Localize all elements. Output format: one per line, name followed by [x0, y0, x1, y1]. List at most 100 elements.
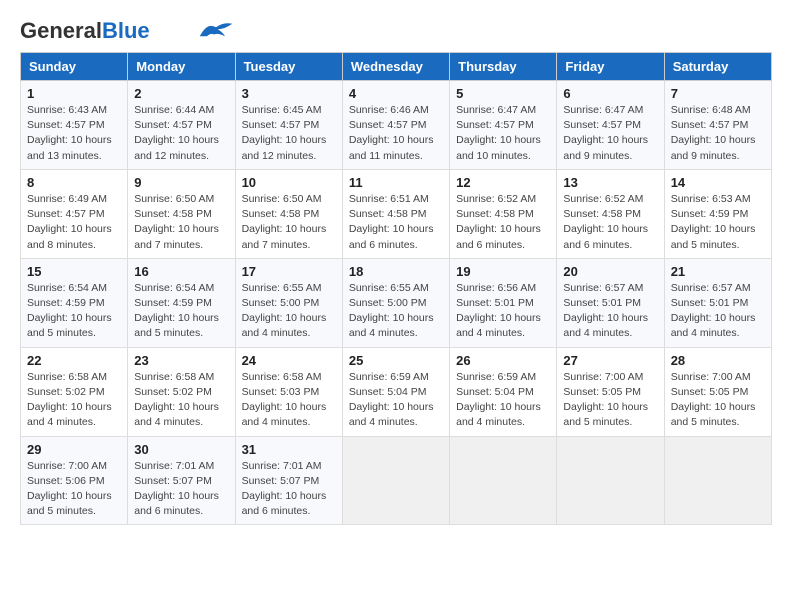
calendar-cell: 1 Sunrise: 6:43 AMSunset: 4:57 PMDaylight… — [21, 81, 128, 170]
calendar-cell — [557, 436, 664, 525]
day-number: 24 — [242, 353, 336, 368]
calendar-cell: 27 Sunrise: 7:00 AMSunset: 5:05 PMDayligh… — [557, 347, 664, 436]
weekday-header-wednesday: Wednesday — [342, 53, 449, 81]
day-number: 15 — [27, 264, 121, 279]
calendar-cell: 29 Sunrise: 7:00 AMSunset: 5:06 PMDayligh… — [21, 436, 128, 525]
calendar-cell: 23 Sunrise: 6:58 AMSunset: 5:02 PMDayligh… — [128, 347, 235, 436]
day-info: Sunrise: 6:47 AMSunset: 4:57 PMDaylight:… — [563, 103, 657, 164]
day-info: Sunrise: 6:51 AMSunset: 4:58 PMDaylight:… — [349, 192, 443, 253]
day-number: 8 — [27, 175, 121, 190]
day-number: 11 — [349, 175, 443, 190]
day-number: 21 — [671, 264, 765, 279]
calendar-cell: 9 Sunrise: 6:50 AMSunset: 4:58 PMDaylight… — [128, 169, 235, 258]
day-number: 26 — [456, 353, 550, 368]
weekday-header-friday: Friday — [557, 53, 664, 81]
calendar-cell: 14 Sunrise: 6:53 AMSunset: 4:59 PMDayligh… — [664, 169, 771, 258]
calendar-cell: 30 Sunrise: 7:01 AMSunset: 5:07 PMDayligh… — [128, 436, 235, 525]
day-info: Sunrise: 6:55 AMSunset: 5:00 PMDaylight:… — [242, 281, 336, 342]
calendar-cell — [450, 436, 557, 525]
day-number: 31 — [242, 442, 336, 457]
day-info: Sunrise: 6:57 AMSunset: 5:01 PMDaylight:… — [671, 281, 765, 342]
day-info: Sunrise: 6:45 AMSunset: 4:57 PMDaylight:… — [242, 103, 336, 164]
day-number: 28 — [671, 353, 765, 368]
day-number: 10 — [242, 175, 336, 190]
day-number: 7 — [671, 86, 765, 101]
day-number: 29 — [27, 442, 121, 457]
day-info: Sunrise: 6:59 AMSunset: 5:04 PMDaylight:… — [456, 370, 550, 431]
weekday-header-sunday: Sunday — [21, 53, 128, 81]
calendar-cell — [342, 436, 449, 525]
week-row-4: 22Sunrise: 6:58 AMSunset: 5:02 PMDayligh… — [21, 347, 772, 436]
calendar-cell: 17 Sunrise: 6:55 AMSunset: 5:00 PMDayligh… — [235, 258, 342, 347]
day-info: Sunrise: 7:00 AMSunset: 5:06 PMDaylight:… — [27, 459, 121, 520]
calendar-cell: 4 Sunrise: 6:46 AMSunset: 4:57 PMDaylight… — [342, 81, 449, 170]
day-info: Sunrise: 6:44 AMSunset: 4:57 PMDaylight:… — [134, 103, 228, 164]
day-number: 23 — [134, 353, 228, 368]
day-number: 5 — [456, 86, 550, 101]
day-info: Sunrise: 7:00 AMSunset: 5:05 PMDaylight:… — [563, 370, 657, 431]
day-number: 17 — [242, 264, 336, 279]
weekday-header-monday: Monday — [128, 53, 235, 81]
weekday-header-thursday: Thursday — [450, 53, 557, 81]
calendar-cell: 12Sunrise: 6:52 AMSunset: 4:58 PMDayligh… — [450, 169, 557, 258]
day-info: Sunrise: 6:53 AMSunset: 4:59 PMDaylight:… — [671, 192, 765, 253]
day-number: 6 — [563, 86, 657, 101]
calendar-cell: 16 Sunrise: 6:54 AMSunset: 4:59 PMDayligh… — [128, 258, 235, 347]
calendar-cell: 21 Sunrise: 6:57 AMSunset: 5:01 PMDayligh… — [664, 258, 771, 347]
calendar-cell: 13 Sunrise: 6:52 AMSunset: 4:58 PMDayligh… — [557, 169, 664, 258]
weekday-header-tuesday: Tuesday — [235, 53, 342, 81]
day-info: Sunrise: 6:54 AMSunset: 4:59 PMDaylight:… — [134, 281, 228, 342]
day-info: Sunrise: 6:52 AMSunset: 4:58 PMDaylight:… — [563, 192, 657, 253]
day-number: 14 — [671, 175, 765, 190]
day-number: 18 — [349, 264, 443, 279]
day-info: Sunrise: 7:00 AMSunset: 5:05 PMDaylight:… — [671, 370, 765, 431]
logo-bird-icon — [198, 20, 234, 40]
calendar-cell: 22Sunrise: 6:58 AMSunset: 5:02 PMDayligh… — [21, 347, 128, 436]
week-row-3: 15 Sunrise: 6:54 AMSunset: 4:59 PMDayligh… — [21, 258, 772, 347]
weekday-header-row: SundayMondayTuesdayWednesdayThursdayFrid… — [21, 53, 772, 81]
day-number: 30 — [134, 442, 228, 457]
day-number: 13 — [563, 175, 657, 190]
day-info: Sunrise: 6:47 AMSunset: 4:57 PMDaylight:… — [456, 103, 550, 164]
week-row-2: 8 Sunrise: 6:49 AMSunset: 4:57 PMDaylight… — [21, 169, 772, 258]
calendar-cell: 20 Sunrise: 6:57 AMSunset: 5:01 PMDayligh… — [557, 258, 664, 347]
day-info: Sunrise: 6:46 AMSunset: 4:57 PMDaylight:… — [349, 103, 443, 164]
weekday-header-saturday: Saturday — [664, 53, 771, 81]
calendar-table: SundayMondayTuesdayWednesdayThursdayFrid… — [20, 52, 772, 525]
calendar-cell: 19Sunrise: 6:56 AMSunset: 5:01 PMDayligh… — [450, 258, 557, 347]
day-info: Sunrise: 6:57 AMSunset: 5:01 PMDaylight:… — [563, 281, 657, 342]
day-info: Sunrise: 6:43 AMSunset: 4:57 PMDaylight:… — [27, 103, 121, 164]
calendar-cell: 18 Sunrise: 6:55 AMSunset: 5:00 PMDayligh… — [342, 258, 449, 347]
day-info: Sunrise: 6:58 AMSunset: 5:03 PMDaylight:… — [242, 370, 336, 431]
logo: GeneralBlue — [20, 20, 234, 42]
page-header: GeneralBlue — [20, 20, 772, 42]
day-number: 4 — [349, 86, 443, 101]
day-info: Sunrise: 6:54 AMSunset: 4:59 PMDaylight:… — [27, 281, 121, 342]
day-number: 1 — [27, 86, 121, 101]
day-number: 16 — [134, 264, 228, 279]
calendar-cell: 24 Sunrise: 6:58 AMSunset: 5:03 PMDayligh… — [235, 347, 342, 436]
calendar-cell: 6 Sunrise: 6:47 AMSunset: 4:57 PMDaylight… — [557, 81, 664, 170]
calendar-cell: 3 Sunrise: 6:45 AMSunset: 4:57 PMDaylight… — [235, 81, 342, 170]
day-info: Sunrise: 6:48 AMSunset: 4:57 PMDaylight:… — [671, 103, 765, 164]
week-row-1: 1 Sunrise: 6:43 AMSunset: 4:57 PMDaylight… — [21, 81, 772, 170]
calendar-cell: 10Sunrise: 6:50 AMSunset: 4:58 PMDayligh… — [235, 169, 342, 258]
day-info: Sunrise: 6:50 AMSunset: 4:58 PMDaylight:… — [134, 192, 228, 253]
day-number: 12 — [456, 175, 550, 190]
day-info: Sunrise: 6:49 AMSunset: 4:57 PMDaylight:… — [27, 192, 121, 253]
day-number: 27 — [563, 353, 657, 368]
logo-text: GeneralBlue — [20, 20, 150, 42]
day-number: 3 — [242, 86, 336, 101]
calendar-cell: 31 Sunrise: 7:01 AMSunset: 5:07 PMDayligh… — [235, 436, 342, 525]
calendar-cell: 15 Sunrise: 6:54 AMSunset: 4:59 PMDayligh… — [21, 258, 128, 347]
day-number: 9 — [134, 175, 228, 190]
day-info: Sunrise: 6:58 AMSunset: 5:02 PMDaylight:… — [134, 370, 228, 431]
day-number: 19 — [456, 264, 550, 279]
calendar-cell — [664, 436, 771, 525]
day-info: Sunrise: 7:01 AMSunset: 5:07 PMDaylight:… — [242, 459, 336, 520]
calendar-cell: 2Sunrise: 6:44 AMSunset: 4:57 PMDaylight… — [128, 81, 235, 170]
day-number: 25 — [349, 353, 443, 368]
day-info: Sunrise: 7:01 AMSunset: 5:07 PMDaylight:… — [134, 459, 228, 520]
day-info: Sunrise: 6:55 AMSunset: 5:00 PMDaylight:… — [349, 281, 443, 342]
day-number: 20 — [563, 264, 657, 279]
